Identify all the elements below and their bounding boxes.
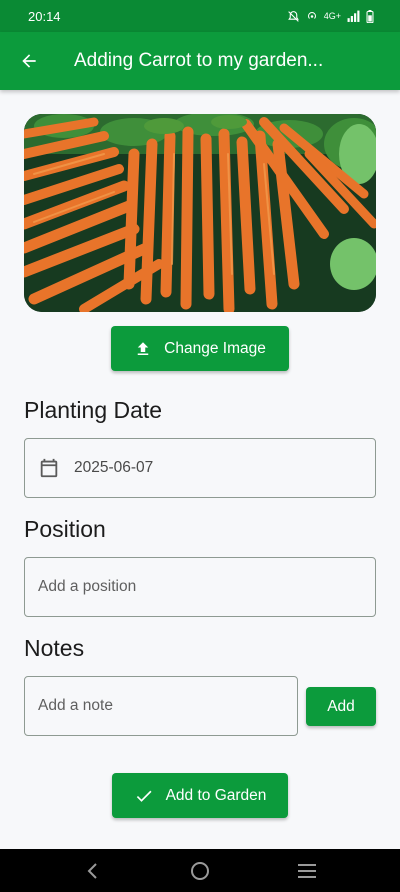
battery-icon [366,9,374,23]
back-button[interactable] [0,32,58,90]
nav-menu-button[interactable] [285,849,329,892]
upload-icon [137,341,149,355]
page-title: Adding Carrot to my garden... [74,50,324,71]
notes-field[interactable] [24,676,298,736]
notes-input[interactable] [38,697,297,715]
plant-image [24,114,376,312]
menu-icon [297,863,316,878]
position-field[interactable] [24,557,376,617]
system-nav-bar [0,849,400,892]
status-bar: 20:14 4G+ [0,0,400,32]
nav-back-button[interactable] [71,849,115,892]
change-image-button[interactable]: Change Image [111,326,289,371]
change-image-label: Change Image [164,339,266,357]
planting-date-title: Planting Date [24,397,163,423]
planting-date-value: 2025-06-07 [74,459,154,476]
add-to-garden-label: Add to Garden [165,786,267,804]
check-icon [136,790,152,802]
status-time: 20:14 [28,8,61,24]
status-icons: 4G+ [287,9,374,23]
arrow-left-icon [22,54,36,68]
position-title: Position [24,516,106,542]
add-to-garden-button[interactable]: Add to Garden [112,773,288,818]
screen: 20:14 4G+ Adding Carrot to my garden... … [0,0,400,892]
app-bar: Adding Carrot to my garden... [0,32,400,90]
planting-date-field[interactable]: 2025-06-07 [24,438,376,498]
network-type: 4G+ [323,11,341,21]
circle-home-icon [190,861,209,880]
nav-home-button[interactable] [178,849,222,892]
carrot-photo [24,114,376,312]
bell-muted-icon [287,10,299,22]
signal-icon [347,10,360,22]
calendar-icon [38,457,60,479]
hotspot-icon [307,12,316,19]
add-note-button[interactable]: Add [306,687,376,726]
position-input[interactable] [38,578,375,596]
chevron-left-icon [87,862,98,879]
notes-title: Notes [24,635,85,661]
add-note-label: Add [327,697,355,715]
